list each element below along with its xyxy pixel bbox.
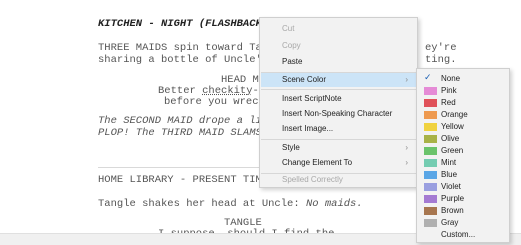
menu-item-label: Cut <box>282 24 295 33</box>
menu-item-style[interactable]: Style › <box>261 141 416 155</box>
color-swatch <box>424 147 437 155</box>
context-menu: Cut Copy Paste Scene Color › Insert Scrip… <box>259 17 418 188</box>
color-label: Pink <box>441 86 457 95</box>
menu-item-copy[interactable]: Copy <box>261 39 416 53</box>
color-swatch <box>424 159 437 167</box>
menu-item-label: Insert ScriptNote <box>282 94 342 103</box>
color-label: Violet <box>441 182 461 191</box>
color-label: Green <box>441 146 464 155</box>
color-label: None <box>441 74 461 83</box>
scene-divider <box>98 167 260 168</box>
action-line[interactable]: The SECOND MAID drope a li <box>98 116 262 127</box>
color-item-pink[interactable]: Pink <box>418 85 508 97</box>
checkmark-icon: ✓ <box>424 72 432 82</box>
color-label: Blue <box>441 170 458 179</box>
menu-item-change-element-to[interactable]: Change Element To › <box>261 156 416 170</box>
color-item-brown[interactable]: Brown <box>418 205 508 217</box>
menu-item-insert-scriptnote[interactable]: Insert ScriptNote <box>261 92 416 106</box>
color-label: Olive <box>441 134 460 143</box>
color-label: Brown <box>441 206 464 215</box>
color-swatch <box>424 135 437 143</box>
color-swatch <box>424 111 437 119</box>
color-item-purple[interactable]: Purple <box>418 193 508 205</box>
action-text-italic: No maids. <box>305 198 363 210</box>
menu-item-label: Spelled Correctly <box>282 175 343 184</box>
chevron-right-icon: › <box>405 143 408 152</box>
color-item-mint[interactable]: Mint <box>418 157 508 169</box>
color-label: Yellow <box>441 122 464 131</box>
menu-item-scene-color[interactable]: Scene Color › <box>261 73 416 87</box>
menu-item-label: Change Element To <box>282 158 353 167</box>
action-line-end[interactable]: ting. <box>425 55 457 66</box>
chevron-right-icon: › <box>405 75 408 84</box>
menu-item-label: Copy <box>282 41 301 50</box>
action-line[interactable]: PLOP! The THIRD MAID SLAMS <box>98 128 262 139</box>
color-label: Custom... <box>441 230 476 239</box>
action-line[interactable]: THREE MAIDS spin toward Ta <box>98 43 262 54</box>
color-swatch <box>424 219 437 227</box>
color-item-olive[interactable]: Olive <box>418 133 508 145</box>
color-swatch <box>424 123 437 131</box>
menu-item-label: Insert Image... <box>282 124 334 133</box>
menu-separator <box>261 139 416 140</box>
color-item-blue[interactable]: Blue <box>418 169 508 181</box>
color-swatch <box>424 195 437 203</box>
color-swatch <box>424 87 437 95</box>
menu-separator <box>261 89 416 90</box>
color-item-yellow[interactable]: Yellow <box>418 121 508 133</box>
color-swatch <box>424 183 437 191</box>
color-item-violet[interactable]: Violet <box>418 181 508 193</box>
menu-item-label: Style <box>282 143 300 152</box>
color-item-green[interactable]: Green <box>418 145 508 157</box>
color-swatch <box>424 99 437 107</box>
color-item-none[interactable]: ✓ None <box>418 72 508 85</box>
action-line[interactable]: Tangle shakes her head at Uncle: No maid… <box>98 199 363 210</box>
menu-item-label: Scene Color <box>282 75 327 84</box>
menu-item-label: Insert Non-Speaking Character <box>282 109 393 118</box>
color-label: Orange <box>441 110 468 119</box>
action-line[interactable]: sharing a bottle of Uncle' <box>98 55 262 66</box>
color-swatch <box>424 207 437 215</box>
action-text: Tangle shakes her head at Uncle: <box>98 198 306 210</box>
chevron-right-icon: › <box>405 158 408 167</box>
color-label: Purple <box>441 194 465 203</box>
menu-item-cut[interactable]: Cut <box>261 22 416 36</box>
color-label: Red <box>441 98 456 107</box>
menu-item-paste[interactable]: Paste <box>261 55 416 69</box>
scene-color-submenu: ✓ None Pink Red Orange Yellow Olive Green… <box>416 68 510 243</box>
color-item-red[interactable]: Red <box>418 97 508 109</box>
action-line-end[interactable]: ey're <box>425 43 457 54</box>
dialogue-line[interactable]: before you wreck <box>164 97 265 108</box>
color-item-gray[interactable]: Gray <box>418 217 508 229</box>
color-item-orange[interactable]: Orange <box>418 109 508 121</box>
color-swatch <box>424 171 437 179</box>
color-item-custom[interactable]: Custom... <box>418 229 508 241</box>
menu-item-insert-image[interactable]: Insert Image... <box>261 122 416 136</box>
menu-item-insert-non-speaking-character[interactable]: Insert Non-Speaking Character <box>261 107 416 121</box>
color-label: Gray <box>441 218 459 227</box>
menu-item-spelled-correctly[interactable]: Spelled Correctly <box>261 173 416 187</box>
menu-item-label: Paste <box>282 57 303 66</box>
scene-heading[interactable]: HOME LIBRARY - PRESENT TIME <box>98 175 268 186</box>
color-label: Mint <box>441 158 457 167</box>
scene-heading[interactable]: KITCHEN - NIGHT (FLASHBACK) <box>98 19 268 30</box>
